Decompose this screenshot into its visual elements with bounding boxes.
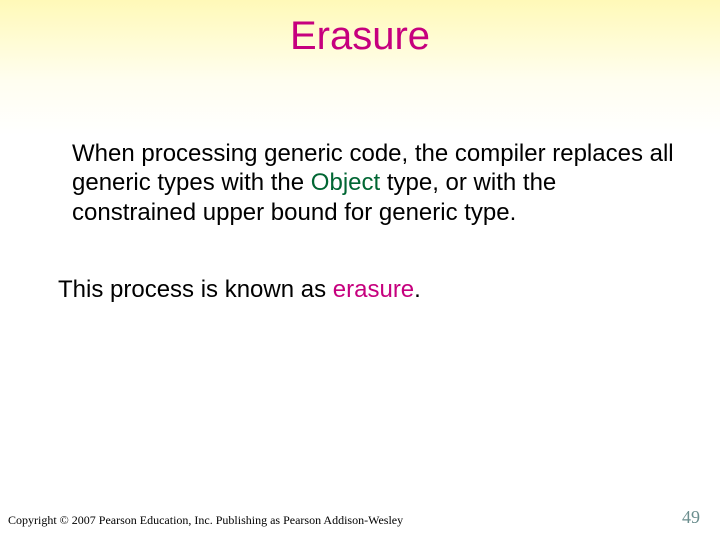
text-run: This process is known as xyxy=(58,276,333,303)
copyright-footer: Copyright © 2007 Pearson Education, Inc.… xyxy=(8,513,403,528)
erasure-keyword: erasure xyxy=(333,276,414,303)
paragraph-2: This process is known as erasure. xyxy=(58,275,676,304)
slide-title: Erasure xyxy=(0,0,720,59)
page-number: 49 xyxy=(682,507,700,528)
text-run: . xyxy=(414,276,421,303)
object-keyword: Object xyxy=(311,169,380,196)
slide-body: When processing generic code, the compil… xyxy=(0,59,720,304)
paragraph-1: When processing generic code, the compil… xyxy=(72,139,676,227)
slide: Erasure When processing generic code, th… xyxy=(0,0,720,540)
